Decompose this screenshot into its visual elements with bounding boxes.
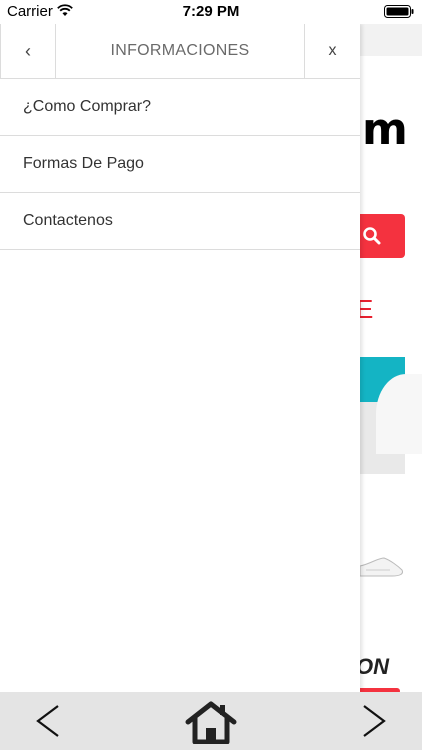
drawer-header: ‹ INFORMACIONES x: [0, 24, 360, 79]
chevron-left-icon: ‹: [25, 40, 31, 61]
drawer-close-button[interactable]: x: [304, 24, 360, 78]
close-icon: x: [328, 42, 337, 59]
side-drawer: ‹ INFORMACIONES x ¿Como Comprar? Formas …: [0, 24, 360, 692]
background-header: [360, 24, 422, 56]
search-icon: [363, 227, 381, 245]
menu-item-formas-de-pago[interactable]: Formas De Pago: [0, 136, 360, 193]
clock: 7:29 PM: [182, 3, 240, 20]
background-search-button: [360, 214, 405, 258]
bottom-nav-bar: [0, 692, 422, 750]
menu-item-como-comprar[interactable]: ¿Como Comprar?: [0, 79, 360, 136]
battery-icon: [384, 5, 414, 18]
menu-item-contactenos[interactable]: Contactenos: [0, 193, 360, 250]
background-brand-text: ON: [360, 654, 389, 679]
background-page: m E ON: [360, 24, 422, 692]
chevron-right-icon[interactable]: [359, 704, 389, 738]
background-logo: m: [362, 104, 408, 155]
drawer-back-button[interactable]: ‹: [0, 24, 56, 78]
home-icon[interactable]: [184, 700, 238, 744]
chevron-left-icon[interactable]: [33, 704, 63, 738]
status-bar: Carrier 7:29 PM: [0, 0, 422, 24]
background-banner-curve: [376, 374, 422, 454]
background-red-text: E: [360, 294, 374, 324]
shoe-image: [360, 557, 403, 577]
drawer-title: INFORMACIONES: [110, 42, 250, 59]
